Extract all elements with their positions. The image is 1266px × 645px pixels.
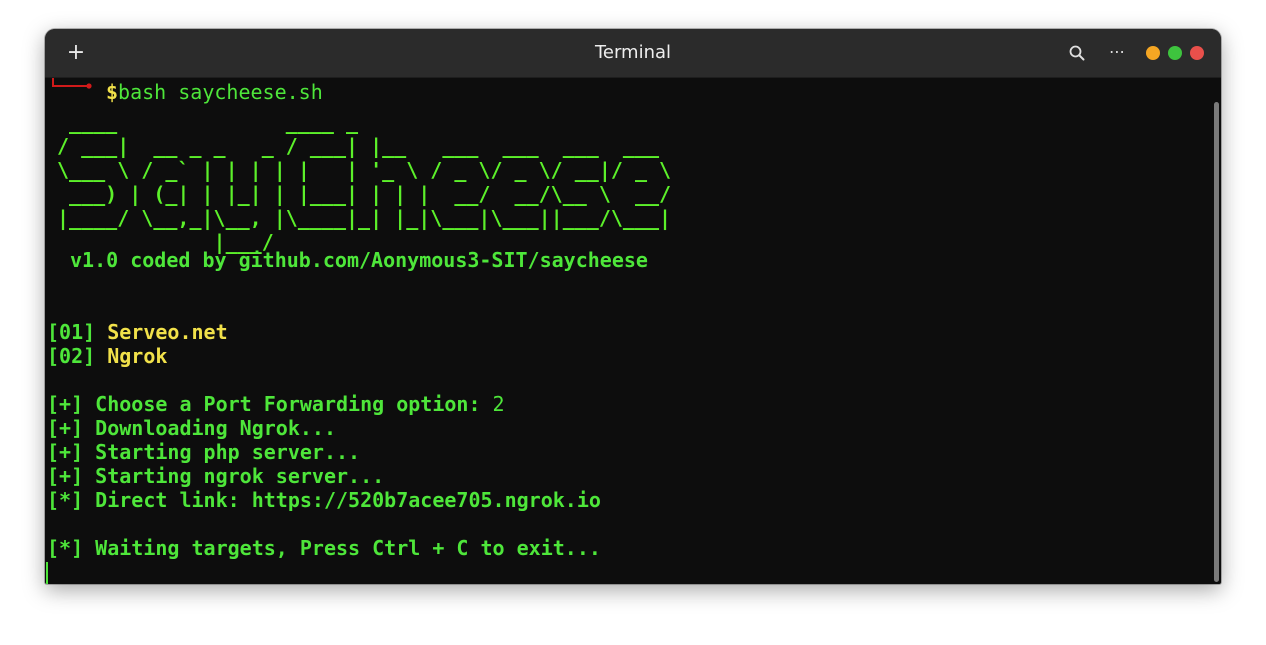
- log-line: [+] Starting php server...: [47, 440, 360, 464]
- option-item: [02] Ngrok: [47, 344, 167, 368]
- terminal-output[interactable]: $bash saycheese.sh ____ ____ _ / ___| __…: [45, 78, 1211, 584]
- minimize-button[interactable]: [1146, 46, 1160, 60]
- log-text: Choose a Port Forwarding option:: [95, 392, 481, 416]
- search-button[interactable]: [1067, 43, 1087, 63]
- log-value: 2: [492, 392, 505, 416]
- scrollbar[interactable]: [1214, 102, 1219, 582]
- log-prefix: [*]: [47, 536, 84, 560]
- log-line: [*] Direct link: https://520b7acee705.ng…: [47, 488, 601, 512]
- log-text: Downloading Ngrok...: [95, 416, 336, 440]
- log-prefix: [+]: [47, 392, 84, 416]
- terminal-window: + Terminal ⋯ $bash saycheese.sh ____ ___…: [45, 29, 1221, 584]
- prompt-corner-icon: [52, 78, 92, 89]
- command-line: $bash saycheese.sh: [106, 80, 323, 104]
- log-text: Starting php server...: [95, 440, 361, 464]
- saycheese-banner: ____ ____ _ / ___| __ _ _ _ / ___| |__ _…: [57, 110, 672, 254]
- banner-credit: v1.0 coded by github.com/Aonymous3-SIT/s…: [70, 248, 648, 272]
- prompt-symbol: $: [106, 80, 119, 104]
- log-text: Starting ngrok server...: [95, 464, 385, 488]
- title-bar: + Terminal ⋯: [45, 29, 1221, 78]
- log-line: [+] Downloading Ngrok...: [47, 416, 336, 440]
- search-icon: [1069, 45, 1085, 61]
- log-text: Direct link:: [95, 488, 240, 512]
- menu-button[interactable]: ⋯: [1104, 41, 1130, 63]
- close-button[interactable]: [1190, 46, 1204, 60]
- maximize-button[interactable]: [1168, 46, 1182, 60]
- option-index: [01]: [47, 320, 96, 344]
- log-line: [*] Waiting targets, Press Ctrl + C to e…: [47, 536, 601, 560]
- log-line: [+] Choose a Port Forwarding option: 2: [47, 392, 505, 416]
- log-prefix: [*]: [47, 488, 84, 512]
- log-text: Waiting targets, Press Ctrl + C to exit.…: [95, 536, 601, 560]
- more-horizontal-icon: ⋯: [1109, 42, 1125, 61]
- option-label: Ngrok: [107, 344, 168, 368]
- text-cursor: [46, 562, 48, 584]
- option-label: Serveo.net: [107, 320, 228, 344]
- option-item: [01] Serveo.net: [47, 320, 228, 344]
- log-prefix: [+]: [47, 440, 84, 464]
- log-prefix: [+]: [47, 464, 84, 488]
- log-prefix: [+]: [47, 416, 84, 440]
- direct-link[interactable]: https://520b7acee705.ngrok.io: [252, 488, 601, 512]
- window-title: Terminal: [594, 42, 672, 63]
- command-text: bash saycheese.sh: [118, 80, 323, 104]
- option-index: [02]: [47, 344, 96, 368]
- log-line: [+] Starting ngrok server...: [47, 464, 384, 488]
